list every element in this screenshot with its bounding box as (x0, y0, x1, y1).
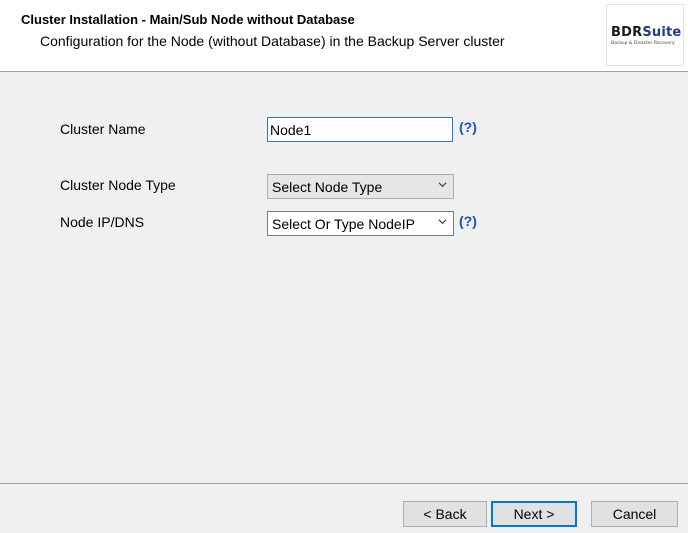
logo-text-part1: BDR (611, 25, 643, 40)
chevron-down-icon (438, 182, 447, 188)
footer-divider (0, 483, 688, 484)
cluster-name-input[interactable] (267, 117, 453, 142)
cluster-node-type-label: Cluster Node Type (60, 177, 176, 193)
back-button[interactable]: < Back (403, 501, 487, 527)
node-ip-label: Node IP/DNS (60, 214, 145, 230)
node-ip-value: Select Or Type NodeIP (272, 216, 415, 232)
node-ip-combobox[interactable]: Select Or Type NodeIP (267, 211, 454, 236)
logo-text-part2: Suite (642, 25, 682, 40)
chevron-down-icon[interactable] (438, 217, 447, 226)
cancel-button[interactable]: Cancel (591, 501, 678, 527)
wizard-header: Cluster Installation - Main/Sub Node wit… (0, 0, 688, 72)
page-title: Cluster Installation - Main/Sub Node wit… (21, 12, 355, 27)
cluster-node-type-value: Select Node Type (272, 179, 383, 195)
cluster-node-type-select[interactable]: Select Node Type (267, 174, 454, 199)
cluster-name-label: Cluster Name (60, 121, 146, 137)
page-subtitle: Configuration for the Node (without Data… (40, 33, 505, 49)
node-ip-help-link[interactable]: (?) (459, 213, 477, 229)
logo-text: BDRSuite (611, 25, 681, 40)
next-button[interactable]: Next > (491, 501, 577, 527)
logo-tagline: Backup & Disaster Recovery (611, 41, 675, 46)
cluster-name-help-link[interactable]: (?) (459, 119, 477, 135)
bdrsuite-logo: BDRSuite Backup & Disaster Recovery (606, 4, 684, 66)
